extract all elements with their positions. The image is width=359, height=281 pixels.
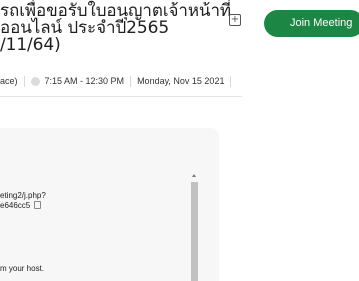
copy-icon[interactable] (34, 201, 42, 209)
meta-divider (130, 75, 132, 87)
header-divider (0, 96, 242, 97)
meeting-meta-row: ace) 7:15 AM - 12:30 PM Monday, Nov 15 2… (0, 73, 237, 89)
meta-divider (23, 75, 25, 87)
join-meeting-button[interactable]: Join Meeting (264, 10, 359, 37)
panel-scrollbar[interactable] (191, 174, 198, 281)
scroll-up-arrow-icon[interactable] (192, 174, 196, 177)
scrollbar-thumb[interactable] (191, 182, 198, 281)
meeting-date: Monday, Nov 15 2021 (137, 76, 225, 86)
meeting-location: ace) (0, 76, 18, 86)
clock-icon (30, 76, 40, 86)
meeting-title: รถเพื่อขอรับใบอนุญาตเจ้าหน้าที่ ออนไลน์ … (0, 3, 236, 54)
meeting-link-line-1[interactable]: eting2/j.php? (0, 191, 46, 201)
add-to-calendar-icon[interactable]: + (229, 14, 241, 26)
meta-divider (230, 75, 232, 87)
meeting-link-id[interactable]: e646cc5 (0, 201, 30, 210)
meeting-title-line-3: /11/64) (0, 35, 61, 55)
host-message: m your host. (0, 264, 45, 273)
meeting-time: 7:15 AM - 12:30 PM (44, 76, 125, 86)
meeting-link-line-2: e646cc5 (0, 201, 42, 211)
